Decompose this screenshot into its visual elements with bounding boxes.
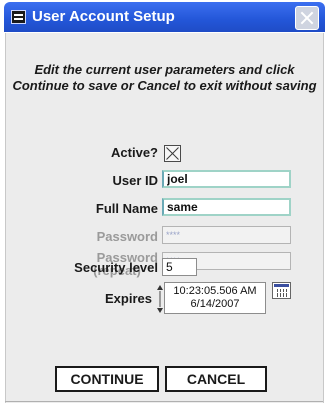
close-icon[interactable] [295, 6, 319, 30]
user-account-setup-window: User Account Setup Edit the current user… [2, 0, 325, 404]
spinner-track [159, 291, 161, 307]
password-input[interactable] [162, 226, 291, 244]
security-level-input[interactable] [162, 258, 197, 276]
cancel-button[interactable]: CANCEL [165, 366, 267, 392]
user-id-label: User ID [112, 173, 158, 188]
continue-button[interactable]: CONTINUE [55, 366, 159, 392]
title-bar[interactable]: User Account Setup [4, 2, 325, 32]
calendar-grid [275, 289, 288, 297]
expires-datetime-field[interactable]: 10:23:05.506 AM 6/14/2007 [164, 282, 266, 314]
calendar-icon[interactable] [272, 282, 291, 299]
full-name-label: Full Name [95, 201, 158, 216]
active-label: Active? [111, 145, 158, 160]
active-checkbox[interactable] [164, 145, 181, 162]
security-level-label: Security level [74, 260, 158, 275]
user-id-input[interactable] [162, 170, 291, 188]
expires-time: 10:23:05.506 AM [173, 285, 257, 297]
window-title: User Account Setup [32, 8, 175, 25]
calendar-header [274, 284, 289, 287]
expires-date: 6/14/2007 [190, 298, 240, 310]
expires-spinner[interactable] [157, 285, 163, 313]
spinner-up-icon[interactable] [157, 285, 163, 290]
window-bottom-border [5, 401, 323, 402]
full-name-input[interactable] [162, 198, 291, 216]
instructions-text: Edit the current user parameters and cli… [12, 62, 317, 93]
spinner-down-icon[interactable] [157, 308, 163, 313]
expires-label: Expires [105, 291, 152, 306]
app-menu-icon[interactable] [11, 10, 26, 24]
password-label: Password [96, 229, 158, 244]
